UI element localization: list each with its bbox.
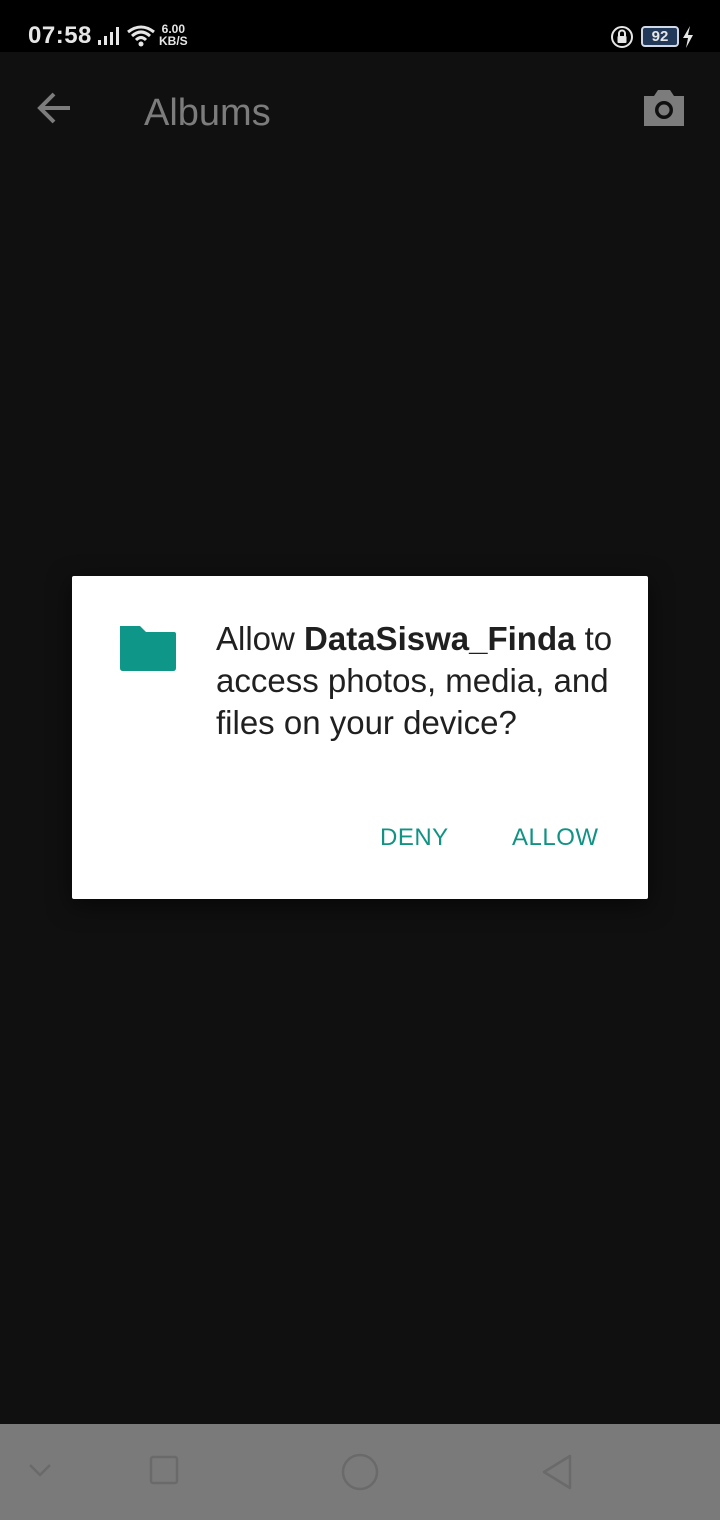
app-name: DataSiswa_Finda — [304, 620, 576, 657]
status-time: 07:58 — [28, 22, 92, 49]
deny-button[interactable]: DENY — [380, 824, 449, 852]
charging-icon — [683, 26, 693, 48]
permission-dialog: Allow DataSiswa_Finda to access photos, … — [72, 576, 648, 899]
hide-nav-icon[interactable] — [26, 1458, 54, 1482]
page-title: Albums — [144, 92, 271, 134]
dialog-message: Allow DataSiswa_Finda to access photos, … — [216, 618, 616, 744]
message-prefix: Allow — [216, 620, 305, 657]
home-icon[interactable] — [340, 1452, 380, 1492]
network-speed-unit: KB/S — [159, 34, 188, 48]
lock-icon — [611, 26, 633, 48]
folder-icon — [120, 626, 176, 671]
navigation-bar — [0, 1424, 720, 1520]
battery-level: 92 — [651, 28, 669, 45]
wifi-icon — [127, 25, 155, 47]
status-bar: 07:58 6.00 KB/S 92 — [0, 0, 720, 52]
app-bar: Albums — [0, 52, 720, 168]
back-triangle-icon[interactable] — [538, 1452, 574, 1492]
allow-button[interactable]: ALLOW — [512, 824, 599, 852]
recents-icon[interactable] — [148, 1454, 180, 1486]
battery-indicator: 92 — [641, 26, 679, 47]
network-speed: 6.00 KB/S — [159, 23, 188, 47]
camera-icon[interactable] — [640, 86, 688, 130]
arrow-left-icon[interactable] — [30, 82, 82, 134]
signal-icon — [98, 27, 119, 45]
